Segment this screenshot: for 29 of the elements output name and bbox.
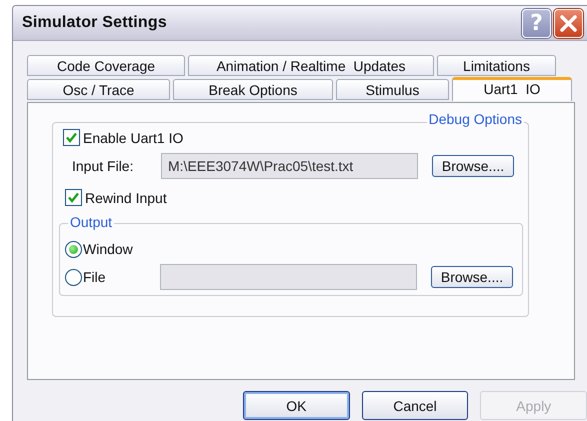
radio-button[interactable] [65, 268, 82, 286]
tab[interactable]: Osc / Trace [27, 79, 170, 100]
browse-button[interactable]: Browse.... [432, 155, 514, 177]
group-title: Debug Options [426, 111, 524, 127]
tab[interactable]: Uart1 IO [452, 77, 572, 101]
window-title: Simulator Settings [22, 14, 168, 32]
tab[interactable]: Break Options [173, 79, 333, 100]
radio-button[interactable] [65, 240, 82, 258]
browse-button[interactable]: Browse.... [431, 266, 513, 288]
tab[interactable]: Animation / Realtime Updates [188, 55, 434, 76]
tab[interactable]: Limitations [437, 55, 556, 76]
dialog-button[interactable]: OK [243, 391, 350, 420]
check-icon [65, 131, 78, 144]
tab[interactable]: Stimulus [336, 79, 449, 100]
field-label: Input File: [71, 158, 134, 174]
input-field[interactable] [160, 264, 417, 290]
checkbox[interactable] [63, 129, 80, 146]
radio-label: File [83, 269, 107, 285]
group-title: Output [68, 214, 114, 230]
tab[interactable]: Code Coverage [27, 55, 185, 76]
checkbox-label: Enable Uart1 IO [83, 130, 184, 146]
input-field[interactable]: M:\EEE3074W\Prac05\test.txt [161, 153, 418, 179]
close-icon [559, 14, 578, 32]
check-icon [67, 191, 80, 204]
checkbox[interactable] [65, 189, 82, 206]
dialog-button[interactable]: Cancel [362, 391, 468, 420]
close-button[interactable] [554, 8, 583, 38]
radio-label: Window [83, 241, 133, 257]
checkbox-label: Rewind Input [85, 190, 167, 206]
